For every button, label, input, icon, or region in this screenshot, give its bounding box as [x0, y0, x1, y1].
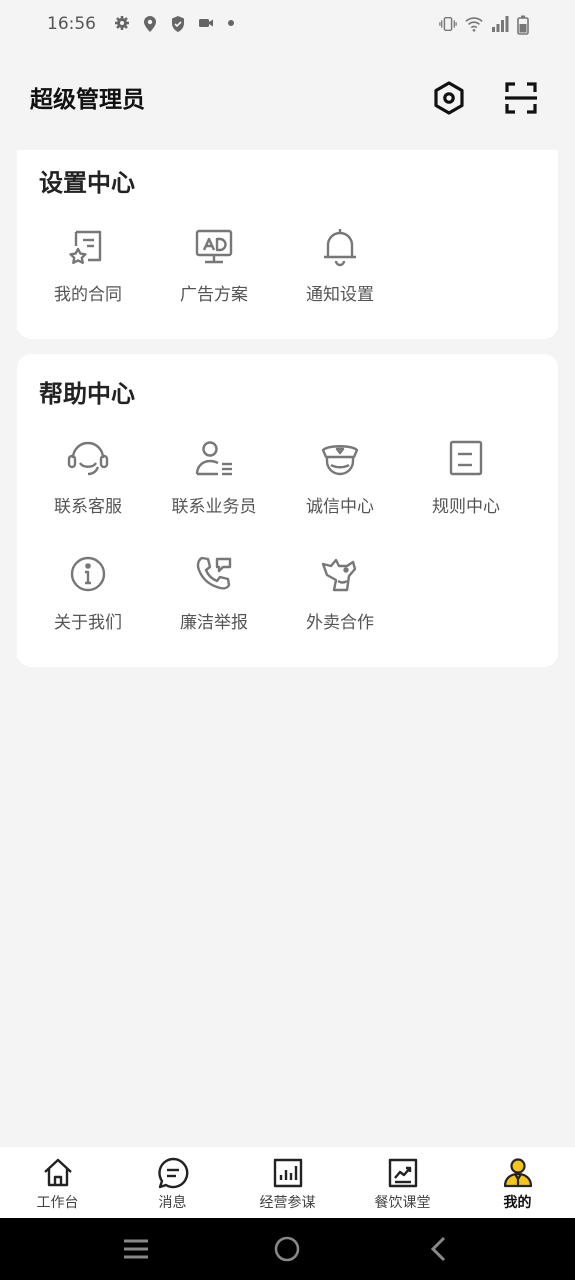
ad-monitor-icon: [192, 224, 236, 268]
dot-icon: [226, 15, 244, 33]
back-icon: [427, 1235, 451, 1263]
tab-workbench[interactable]: 工作台: [0, 1147, 115, 1218]
contract-icon: [66, 224, 110, 268]
system-nav-bar: [0, 1218, 575, 1280]
notification-settings-label: 通知设置: [306, 285, 374, 305]
gear-icon: [114, 15, 132, 33]
tab-messages[interactable]: 消息: [115, 1147, 230, 1218]
tab-messages-label: 消息: [158, 1195, 187, 1211]
officer-icon: [318, 436, 362, 480]
page-title: 超级管理员: [30, 87, 145, 113]
vibrate-icon: [439, 15, 457, 33]
tab-business-advisor[interactable]: 经营参谋: [230, 1147, 345, 1218]
course-icon: [386, 1156, 420, 1190]
contact-support-item[interactable]: 联系客服: [25, 436, 151, 536]
video-icon: [198, 15, 216, 33]
tab-catering-class[interactable]: 餐饮课堂: [345, 1147, 460, 1218]
integrity-report-label: 廉洁举报: [180, 613, 248, 633]
rules-icon: [444, 436, 488, 480]
integrity-center-item[interactable]: 诚信中心: [277, 436, 403, 536]
bell-icon: [318, 224, 362, 268]
profile-icon: [501, 1156, 535, 1190]
status-time: 16:56: [47, 14, 96, 34]
integrity-report-item[interactable]: 廉洁举报: [151, 552, 277, 652]
bottom-tab-bar: 工作台 消息 经营参谋 餐饮课堂 我的: [0, 1147, 575, 1218]
help-center-title: 帮助中心: [39, 380, 135, 408]
notification-settings-item[interactable]: 通知设置: [277, 224, 403, 324]
app-header: 超级管理员: [0, 60, 575, 136]
status-right: [439, 15, 535, 35]
wifi-icon: [465, 15, 483, 33]
contact-salesperson-label: 联系业务员: [171, 497, 257, 517]
help-center-card: 帮助中心 联系客服 联系业务员 诚信中心 规则中心 关于我们 廉洁举报 外卖合作: [17, 354, 558, 667]
delivery-cooperation-item[interactable]: 外卖合作: [277, 552, 403, 652]
hexagon-settings-icon: [431, 80, 467, 116]
recent-apps-button[interactable]: [116, 1229, 156, 1269]
shield-icon: [170, 15, 188, 33]
scan-icon: [503, 80, 539, 116]
ad-plan-label: 广告方案: [180, 285, 248, 305]
tab-workbench-label: 工作台: [36, 1195, 79, 1211]
delivery-cooperation-label: 外卖合作: [306, 613, 374, 633]
my-contract-label: 我的合同: [54, 285, 122, 305]
about-us-item[interactable]: 关于我们: [25, 552, 151, 652]
home-icon: [41, 1156, 75, 1190]
status-bar: 16:56: [0, 0, 575, 48]
tab-catering-class-label: 餐饮课堂: [374, 1195, 431, 1211]
settings-center-card: 设置中心 我的合同 广告方案 通知设置: [17, 150, 558, 339]
location-pin-icon: [142, 15, 160, 33]
kangaroo-icon: [318, 552, 362, 596]
salesperson-icon: [192, 436, 236, 480]
contact-salesperson-item[interactable]: 联系业务员: [151, 436, 277, 536]
tab-mine[interactable]: 我的: [460, 1147, 575, 1218]
tab-business-advisor-label: 经营参谋: [259, 1195, 316, 1211]
settings-button[interactable]: [429, 78, 469, 118]
home-circle-icon: [273, 1235, 301, 1263]
phone-report-icon: [192, 552, 236, 596]
signal-icon: [491, 15, 509, 33]
battery-icon: [517, 15, 535, 35]
about-us-label: 关于我们: [54, 613, 122, 633]
menu-icon: [122, 1237, 150, 1261]
settings-center-title: 设置中心: [39, 169, 135, 197]
rules-center-item[interactable]: 规则中心: [403, 436, 529, 536]
my-contract-item[interactable]: 我的合同: [25, 224, 151, 324]
bar-chart-icon: [271, 1156, 305, 1190]
home-button[interactable]: [267, 1229, 307, 1269]
rules-center-label: 规则中心: [432, 497, 500, 517]
info-icon: [66, 552, 110, 596]
status-left: 16:56: [47, 14, 244, 34]
contact-support-label: 联系客服: [54, 497, 122, 517]
integrity-center-label: 诚信中心: [306, 497, 374, 517]
tab-mine-label: 我的: [503, 1195, 532, 1211]
back-button[interactable]: [419, 1229, 459, 1269]
scan-button[interactable]: [501, 78, 541, 118]
message-icon: [156, 1156, 190, 1190]
headset-icon: [66, 436, 110, 480]
ad-plan-item[interactable]: 广告方案: [151, 224, 277, 324]
